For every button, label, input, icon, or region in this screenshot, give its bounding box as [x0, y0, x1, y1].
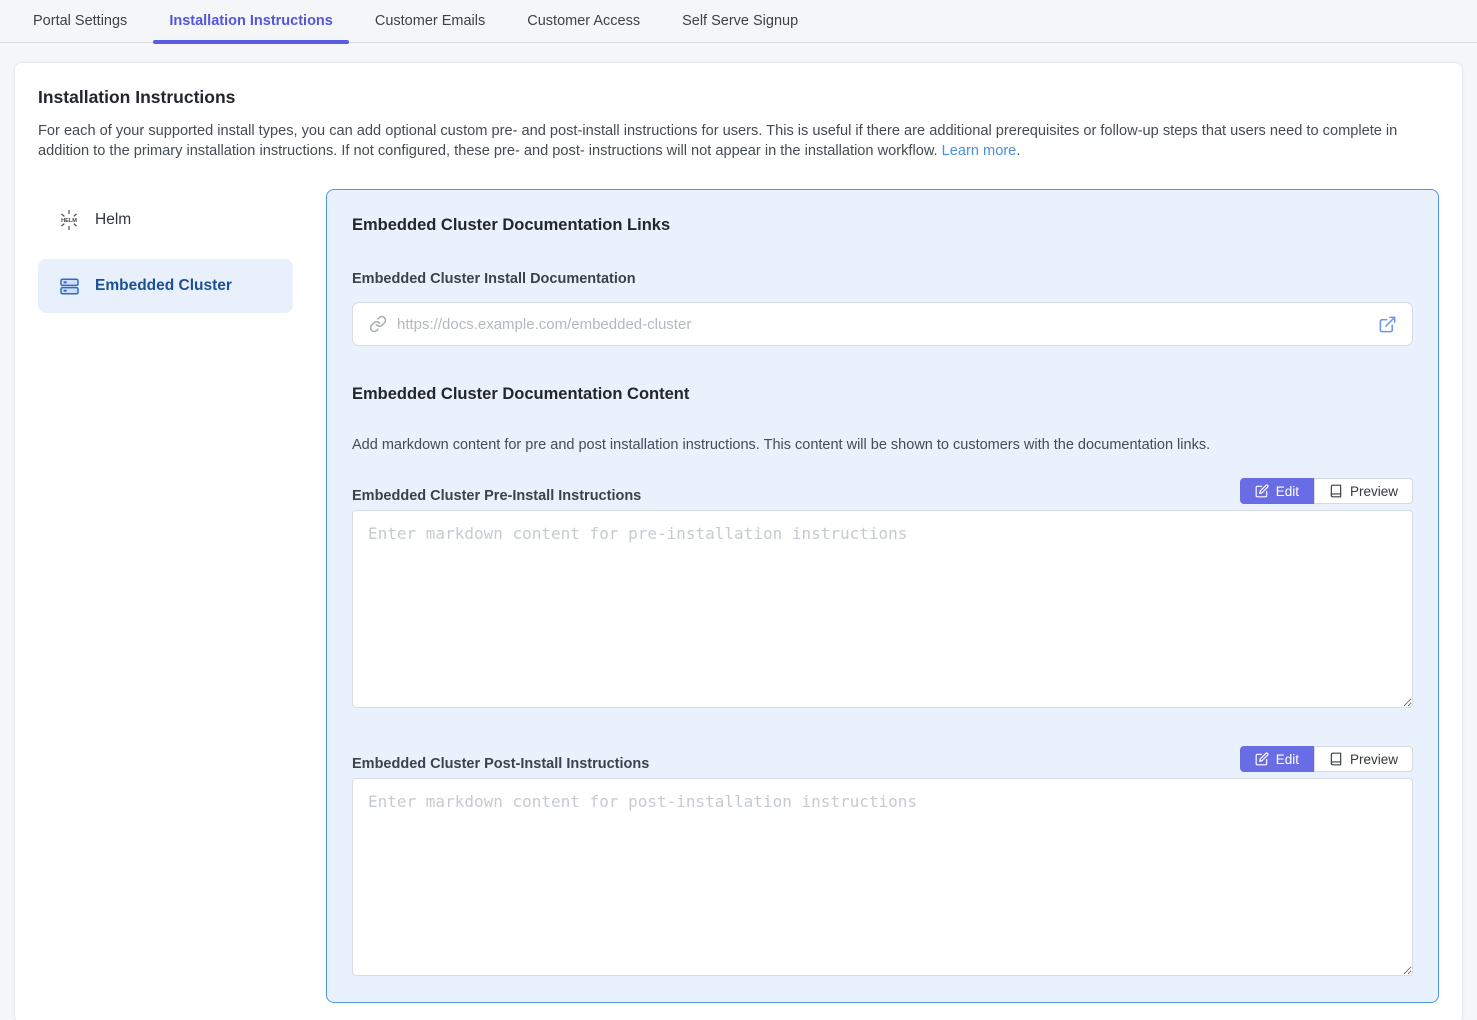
documentation-content-heading: Embedded Cluster Documentation Content: [352, 385, 1413, 404]
page-title: Installation Instructions: [38, 87, 1439, 108]
install-documentation-input[interactable]: [397, 303, 1376, 345]
sidebar-item-label: Helm: [95, 211, 131, 229]
page-description-text: For each of your supported install types…: [38, 123, 1397, 159]
tab-installation-instructions[interactable]: Installation Instructions: [153, 0, 349, 42]
book-icon: [1329, 752, 1343, 766]
book-icon: [1329, 484, 1343, 498]
post-install-textarea[interactable]: [352, 778, 1413, 976]
pre-install-header-row: Embedded Cluster Pre-Install Instruction…: [352, 478, 1413, 504]
svg-text:HELM: HELM: [61, 218, 77, 224]
pre-install-mode-toggle: Edit Preview: [1240, 478, 1413, 504]
learn-more-link[interactable]: Learn more: [942, 143, 1017, 159]
page-description-period: .: [1016, 143, 1020, 159]
edit-button-label: Edit: [1276, 752, 1299, 767]
helm-icon: HELM: [58, 209, 80, 231]
edit-button-label: Edit: [1276, 484, 1299, 499]
post-install-label: Embedded Cluster Post-Install Instructio…: [352, 756, 649, 772]
preview-button-label: Preview: [1350, 752, 1398, 767]
embedded-cluster-panel: Embedded Cluster Documentation Links Emb…: [326, 189, 1439, 1003]
post-install-preview-button[interactable]: Preview: [1314, 746, 1413, 772]
install-documentation-label: Embedded Cluster Install Documentation: [352, 271, 1413, 287]
tab-customer-access[interactable]: Customer Access: [511, 0, 656, 42]
tab-self-serve-signup[interactable]: Self Serve Signup: [666, 0, 814, 42]
edit-pencil-icon: [1255, 484, 1269, 498]
tab-portal-settings[interactable]: Portal Settings: [17, 0, 143, 42]
install-documentation-input-wrap: [352, 302, 1413, 346]
external-link-icon: [1378, 315, 1397, 334]
post-install-header-row: Embedded Cluster Post-Install Instructio…: [352, 746, 1413, 772]
sidebar-item-embedded-cluster[interactable]: Embedded Cluster: [38, 259, 293, 313]
pre-install-textarea[interactable]: [352, 510, 1413, 708]
pre-install-preview-button[interactable]: Preview: [1314, 478, 1413, 504]
post-install-mode-toggle: Edit Preview: [1240, 746, 1413, 772]
install-type-sidebar: HELM Helm Embedded Cluster: [38, 189, 293, 325]
pre-install-edit-button[interactable]: Edit: [1240, 478, 1314, 504]
sidebar-item-label: Embedded Cluster: [95, 277, 232, 295]
settings-card: Installation Instructions For each of yo…: [14, 62, 1463, 1020]
pre-install-label: Embedded Cluster Pre-Install Instruction…: [352, 488, 641, 504]
page-description: For each of your supported install types…: [38, 121, 1438, 161]
edit-pencil-icon: [1255, 752, 1269, 766]
link-icon: [369, 315, 387, 333]
preview-button-label: Preview: [1350, 484, 1398, 499]
server-stack-icon: [58, 275, 80, 297]
tab-customer-emails[interactable]: Customer Emails: [359, 0, 501, 42]
documentation-content-description: Add markdown content for pre and post in…: [352, 437, 1413, 453]
post-install-edit-button[interactable]: Edit: [1240, 746, 1314, 772]
documentation-links-heading: Embedded Cluster Documentation Links: [352, 216, 1413, 235]
content-row: HELM Helm Embedded Cluster E: [38, 189, 1439, 1003]
sidebar-item-helm[interactable]: HELM Helm: [38, 193, 293, 247]
open-external-link-button[interactable]: [1376, 313, 1399, 336]
tab-bar: Portal Settings Installation Instruction…: [0, 0, 1477, 43]
